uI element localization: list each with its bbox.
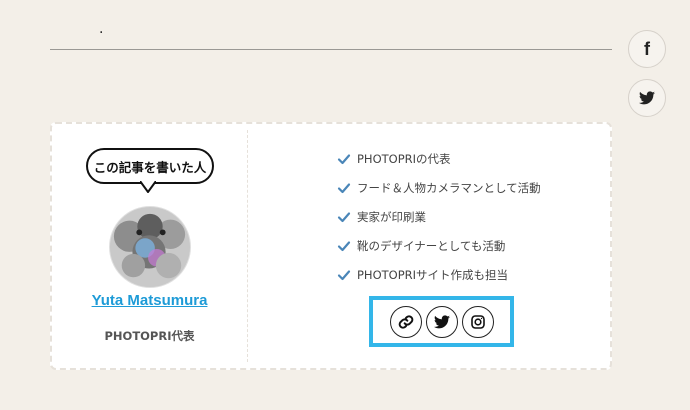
author-links-highlight — [369, 296, 514, 347]
instagram-link-button[interactable] — [461, 305, 494, 338]
twitter-share-button[interactable] — [628, 79, 666, 117]
facebook-icon: f — [644, 39, 650, 59]
check-icon — [337, 210, 351, 224]
instagram-icon — [470, 314, 485, 329]
author-box: この記事を書いた人 Yuta Matsumura PHOTOPRI代表 PHOT… — [50, 122, 612, 370]
facebook-share-button[interactable]: f — [628, 30, 666, 68]
twitter-icon — [639, 91, 655, 105]
header-divider — [50, 49, 612, 50]
card-divider — [247, 130, 248, 362]
bio-text: PHOTOPRIの代表 — [357, 151, 451, 166]
author-avatar[interactable] — [109, 206, 191, 288]
twitter-link-button[interactable] — [425, 305, 458, 338]
bio-item: 靴のデザイナーとしても活動 — [337, 231, 541, 260]
link-icon — [398, 314, 413, 329]
twitter-icon — [433, 314, 450, 328]
title-dot: . — [99, 21, 104, 37]
bio-item: PHOTOPRIの代表 — [337, 144, 541, 173]
check-icon — [337, 181, 351, 195]
bio-item: 実家が印刷業 — [337, 202, 541, 231]
bio-item: フード＆人物カメラマンとして活動 — [337, 173, 541, 202]
bio-text: フード＆人物カメラマンとして活動 — [357, 180, 541, 195]
bubble-tail — [140, 181, 156, 193]
author-role: PHOTOPRI代表 — [104, 329, 195, 343]
check-icon — [337, 268, 351, 282]
bio-text: 実家が印刷業 — [357, 209, 426, 224]
website-link-button[interactable] — [389, 305, 422, 338]
check-icon — [337, 152, 351, 166]
author-bio-list: PHOTOPRIの代表 フード＆人物カメラマンとして活動 実家が印刷業 靴のデザ… — [337, 144, 541, 289]
check-icon — [337, 239, 351, 253]
author-name-link[interactable]: Yuta Matsumura — [52, 292, 247, 309]
bio-text: 靴のデザイナーとしても活動 — [357, 238, 506, 253]
bio-text: PHOTOPRIサイト作成も担当 — [357, 267, 509, 282]
bio-item: PHOTOPRIサイト作成も担当 — [337, 260, 541, 289]
author-heading-bubble: この記事を書いた人 — [86, 148, 214, 184]
